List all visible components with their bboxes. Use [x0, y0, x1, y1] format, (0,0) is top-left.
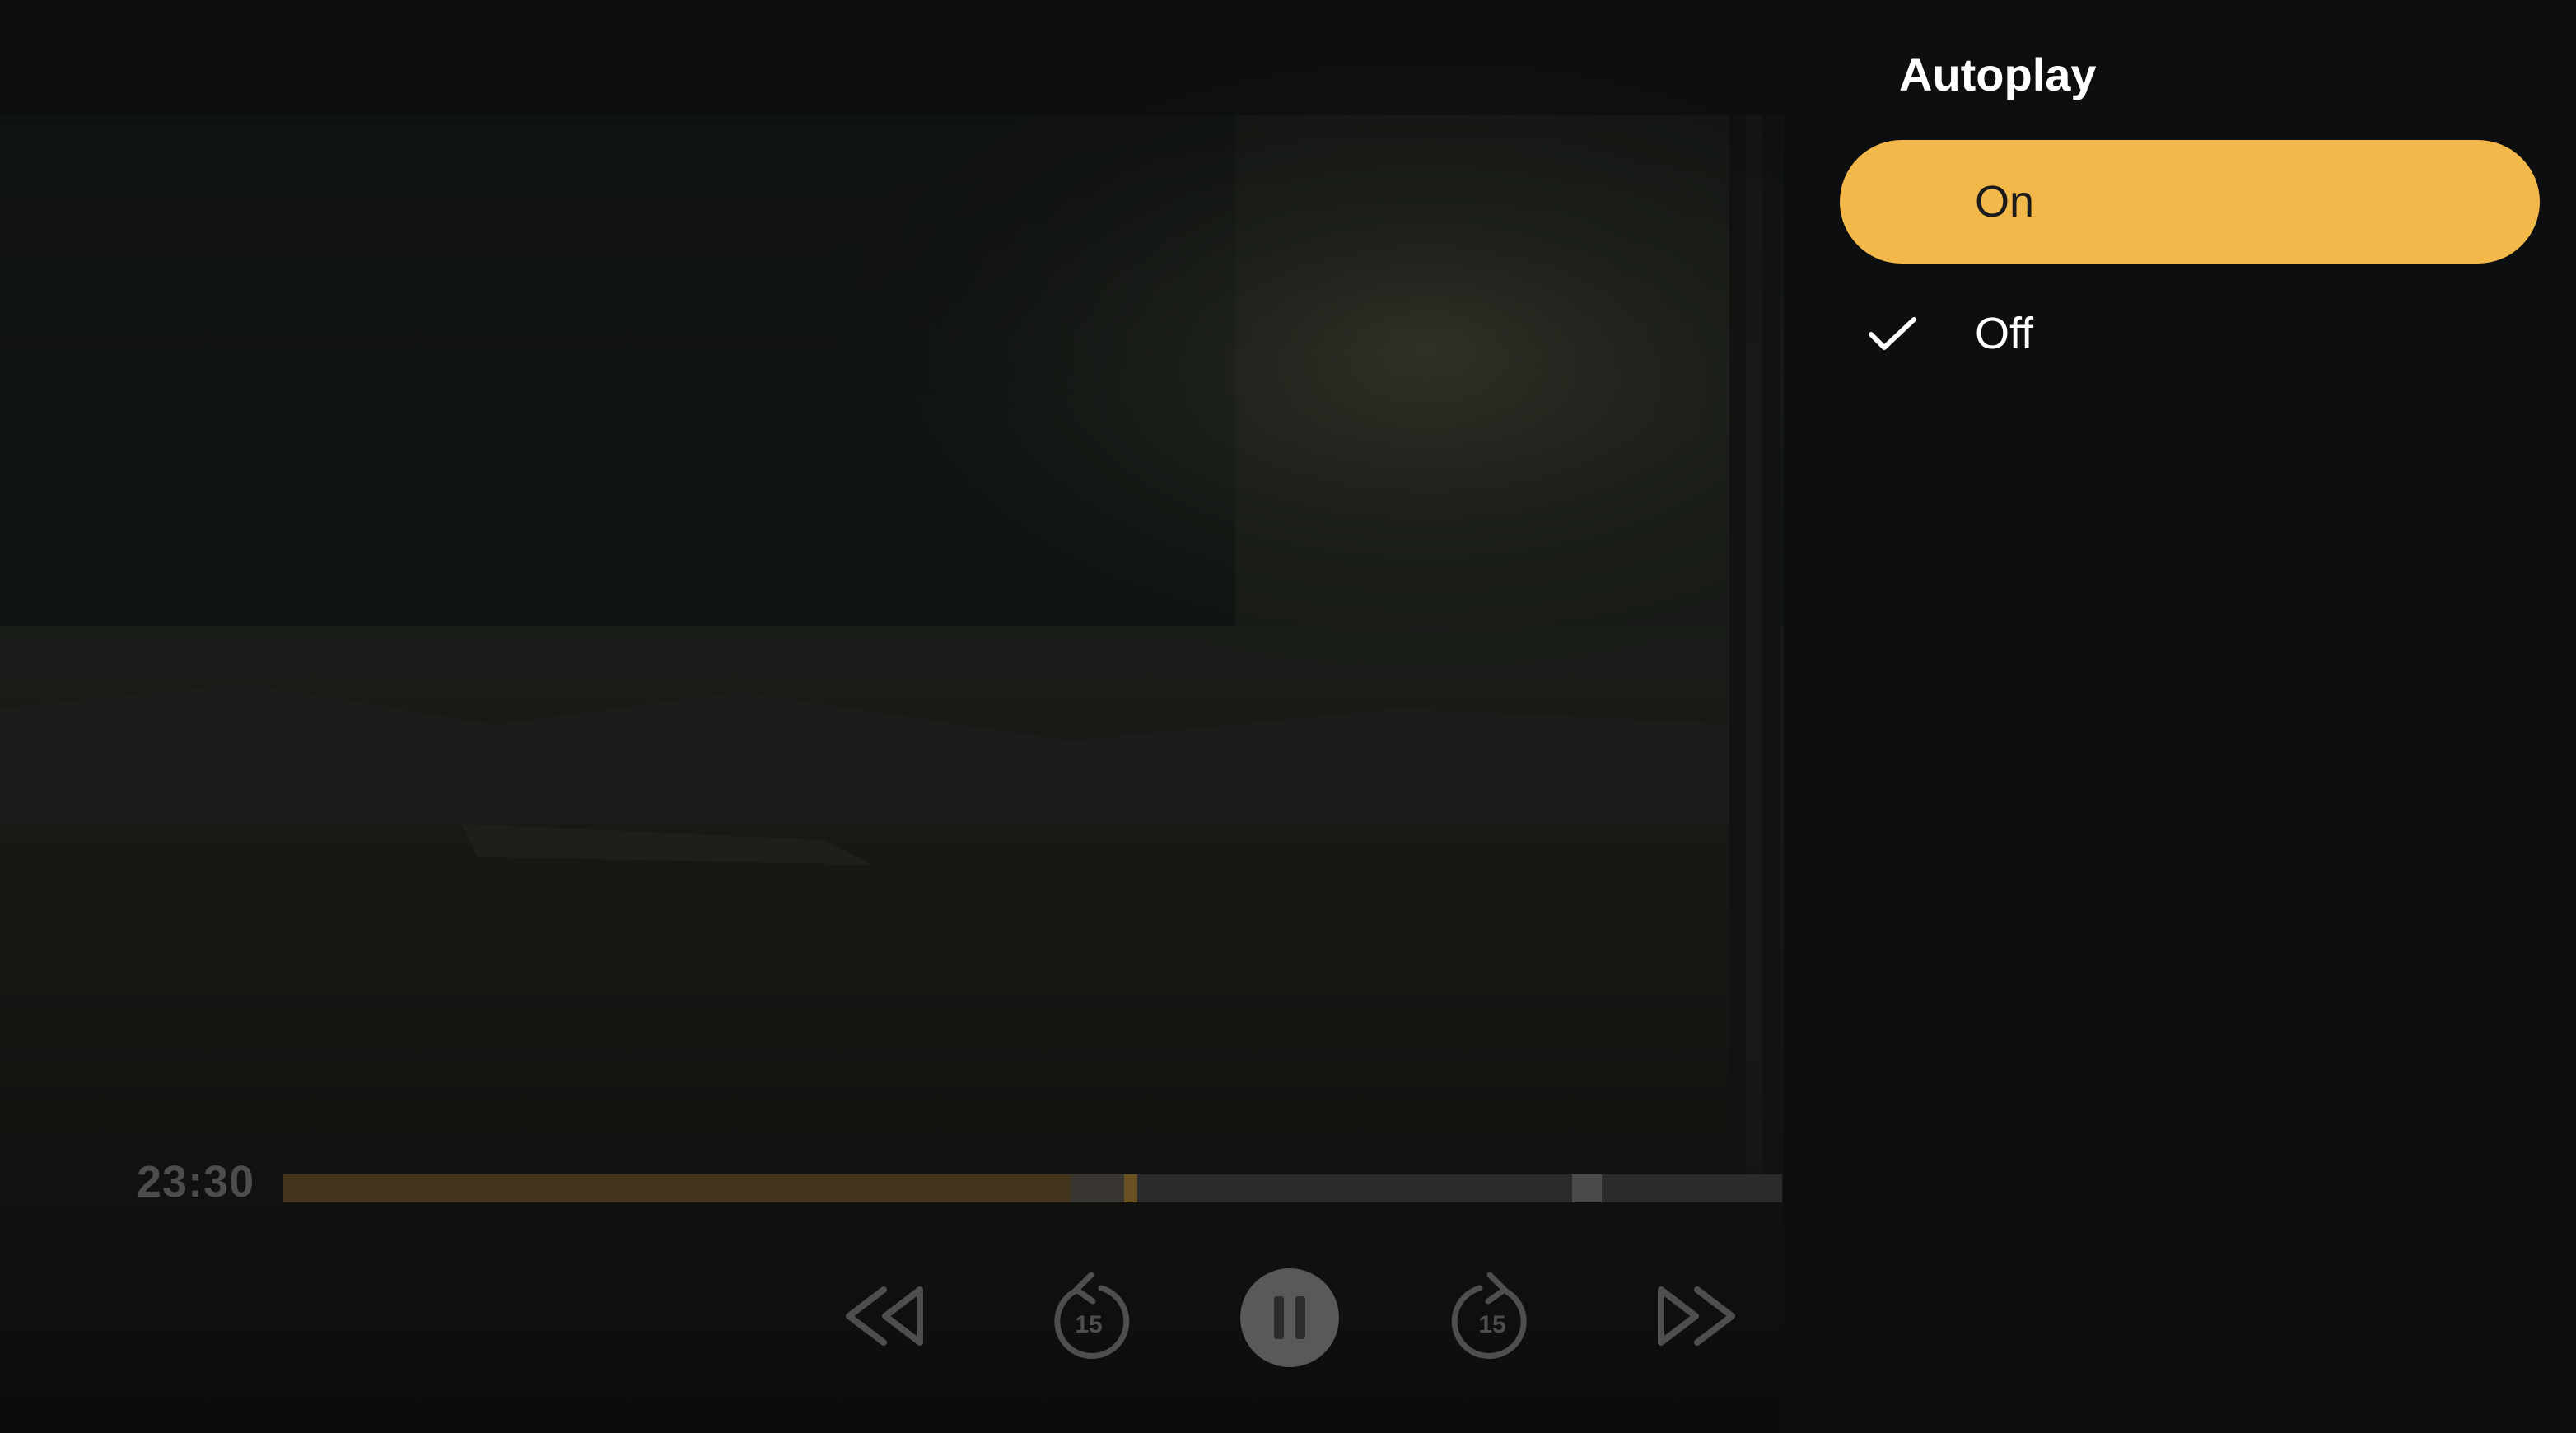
video-scrim — [0, 0, 1784, 1433]
pause-button[interactable] — [1240, 1268, 1339, 1367]
current-time: 23:30 — [137, 1157, 255, 1207]
pause-icon — [1274, 1296, 1305, 1339]
skip-forward-seconds: 15 — [1478, 1311, 1505, 1338]
seek-bar[interactable] — [283, 1174, 1782, 1202]
option-off-label: Off — [1975, 309, 2034, 358]
skip-back-15-icon: 15 — [1054, 1272, 1130, 1359]
option-on-label: On — [1975, 177, 2035, 226]
rewind-button[interactable] — [837, 1267, 936, 1365]
played-bar — [283, 1174, 1071, 1202]
fast-forward-button[interactable] — [1645, 1267, 1744, 1365]
checkmark-icon — [1869, 317, 1916, 350]
skip-forward-button[interactable]: 15 — [1443, 1267, 1542, 1365]
fast-forward-icon — [1658, 1286, 1735, 1346]
video-player[interactable]: 23:30 15 15 — [0, 0, 1784, 1433]
option-off[interactable]: Off — [1840, 296, 2540, 371]
skip-forward-15-icon: 15 — [1451, 1272, 1527, 1359]
skip-back-button[interactable]: 15 — [1039, 1267, 1138, 1365]
seek-thumb[interactable] — [1124, 1174, 1137, 1202]
panel-title: Autoplay — [1899, 49, 2097, 100]
rewind-icon — [846, 1286, 923, 1346]
autoplay-panel: Autoplay On Off — [1784, 0, 2576, 1433]
option-on[interactable]: On — [1840, 140, 2540, 264]
seek-marker — [1572, 1174, 1602, 1202]
skip-back-seconds: 15 — [1075, 1311, 1102, 1338]
